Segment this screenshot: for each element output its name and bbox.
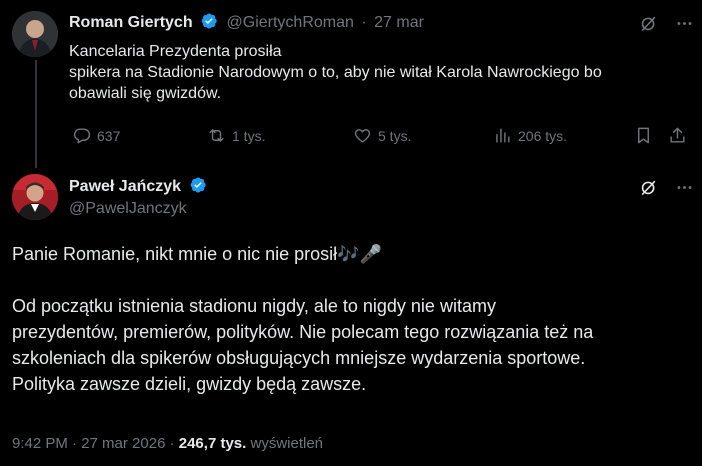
verified-badge-icon — [201, 13, 217, 29]
post-text-line: obawiali się gwizdów. — [69, 85, 222, 102]
post1-action-bar: 637 1 tys. 5 tys. 206 tys. — [0, 124, 702, 146]
post-text-line: prezydentów, premierów, polityków. Nie p… — [12, 322, 594, 342]
avatar-photo — [12, 11, 58, 57]
post-text-line: Kancelaria Prezydenta prosiła — [69, 43, 282, 60]
post-text-line: spikera na Stadionie Narodowym o to, aby… — [69, 64, 602, 81]
bookmark-icon — [638, 127, 649, 144]
thread-connector-line — [35, 60, 37, 168]
share-button[interactable] — [668, 126, 693, 145]
avatar[interactable] — [12, 11, 58, 57]
author-name[interactable]: Roman Giertych — [69, 14, 193, 31]
like-count: 5 tys. — [378, 127, 412, 144]
repost-button[interactable]: 1 tys. — [207, 126, 265, 145]
post1-text: Kancelaria Prezydenta prosiła spikera na… — [69, 41, 679, 104]
separator-dot: · — [361, 14, 367, 31]
view-count: 246,7 tys. — [178, 435, 247, 452]
grok-icon[interactable] — [639, 14, 658, 33]
post1-top-actions — [639, 14, 694, 33]
heart-icon — [354, 129, 371, 143]
repost-count: 1 tys. — [232, 127, 266, 144]
share-icon — [670, 127, 685, 143]
like-button[interactable]: 5 tys. — [353, 126, 411, 145]
post2-text: Panie Romanie, nikt mnie o nic nie prosi… — [12, 241, 692, 397]
reply-button[interactable]: 637 — [72, 126, 120, 145]
more-options-icon[interactable] — [675, 14, 694, 33]
post2-name-row: Paweł Jańczyk — [69, 176, 211, 196]
author-handle[interactable]: @PawelJanczyk — [69, 200, 187, 217]
reply-icon — [73, 128, 91, 144]
reply-count: 637 — [97, 127, 121, 144]
author-name[interactable]: Paweł Jańczyk — [69, 178, 181, 195]
post-text-line: Od początku istnienia stadionu nigdy, al… — [12, 296, 496, 316]
author-handle[interactable]: @GiertychRoman — [227, 14, 354, 31]
bookmark-button[interactable] — [634, 126, 659, 145]
analytics-icon — [496, 128, 510, 143]
post-text-line: Polityka zawsze dzieli, gwizdy będą zaws… — [12, 374, 367, 394]
repost-icon — [209, 129, 224, 142]
post2-handle-row: @PawelJanczyk — [69, 200, 187, 218]
view-label: wyświetleń — [250, 435, 324, 452]
post-timestamp[interactable]: 9:42 PM · 27 mar 2026 · — [12, 435, 175, 452]
avatar-photo — [12, 174, 58, 220]
post-meta: 9:42 PM · 27 mar 2026 · 246,7 tys. wyświ… — [12, 435, 323, 452]
views-count: 206 tys. — [518, 127, 568, 144]
verified-badge-icon — [190, 177, 206, 193]
post-text-line: szkoleniach dla spikerów obsługujących m… — [12, 348, 586, 368]
post2-top-actions — [639, 178, 694, 197]
avatar[interactable] — [12, 174, 58, 220]
views-button[interactable]: 206 tys. — [493, 126, 567, 145]
post-text-paragraph: Panie Romanie, nikt mnie o nic nie prosi… — [12, 244, 382, 264]
post-time[interactable]: 27 mar — [374, 14, 424, 31]
post1-header: Roman Giertych @GiertychRoman · 27 mar — [69, 12, 424, 32]
more-options-icon[interactable] — [675, 178, 694, 197]
grok-icon[interactable] — [639, 178, 658, 197]
